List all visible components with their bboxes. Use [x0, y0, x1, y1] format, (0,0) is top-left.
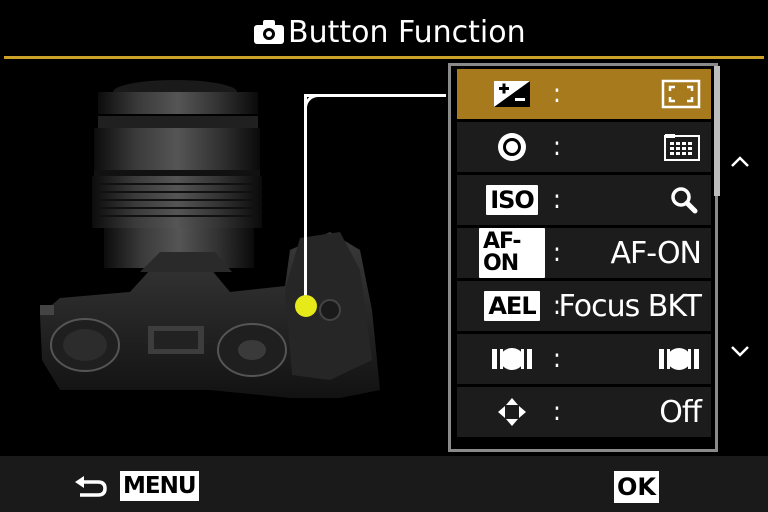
button-location-marker — [295, 295, 317, 317]
list-item-iso[interactable]: ISO : — [457, 175, 711, 225]
separator: : — [553, 238, 561, 268]
list-item-ael[interactable]: AEL : Focus BKT — [457, 281, 711, 331]
record-button-icon — [479, 122, 545, 172]
af-area-grid-icon — [663, 122, 701, 172]
iso-icon: ISO — [479, 175, 545, 225]
metering-icon — [657, 334, 701, 384]
chevron-up-icon[interactable] — [730, 156, 750, 168]
back-arrow-icon[interactable] — [72, 472, 108, 498]
button-function-list: : : ISO: AF-ON: AF-ON AEL: Focus BKT … — [448, 63, 718, 452]
page-title: Button Function — [288, 14, 526, 50]
list-item-four-way-arrow[interactable]: : Off — [457, 387, 711, 437]
title-wrap: Button Function — [254, 12, 526, 52]
exposure-compensation-icon — [479, 69, 545, 119]
camera-image — [0, 60, 450, 455]
list-item-af-on[interactable]: AF-ON : AF-ON — [457, 228, 711, 278]
list-item-exposure-compensation[interactable]: : — [457, 69, 711, 119]
af-target-frame-icon — [661, 69, 701, 119]
separator: : — [553, 79, 561, 109]
list-item-metering[interactable]: : — [457, 334, 711, 384]
item-value: Focus BKT — [558, 288, 702, 324]
metering-icon — [479, 334, 545, 384]
header-divider — [4, 56, 764, 59]
callout-line — [306, 94, 446, 97]
scrollbar[interactable] — [714, 66, 720, 196]
callout-line-vertical — [304, 94, 307, 300]
item-value: Off — [659, 394, 702, 430]
item-value: AF-ON — [610, 235, 702, 271]
list-item-record-button[interactable]: : — [457, 122, 711, 172]
separator: : — [553, 185, 561, 215]
four-way-arrow-icon — [479, 387, 545, 437]
ok-button[interactable]: OK — [614, 471, 659, 503]
separator: : — [553, 344, 561, 374]
chevron-down-icon[interactable] — [730, 345, 750, 357]
separator: : — [553, 132, 561, 162]
camera-icon — [254, 20, 284, 44]
menu-button[interactable]: MENU — [120, 471, 199, 501]
footer-bar: MENU OK — [0, 456, 768, 512]
af-on-icon: AF-ON — [479, 228, 545, 278]
ael-icon: AEL — [479, 281, 545, 331]
magnify-icon — [667, 175, 701, 225]
header: Button Function — [0, 0, 768, 59]
separator: : — [553, 397, 561, 427]
